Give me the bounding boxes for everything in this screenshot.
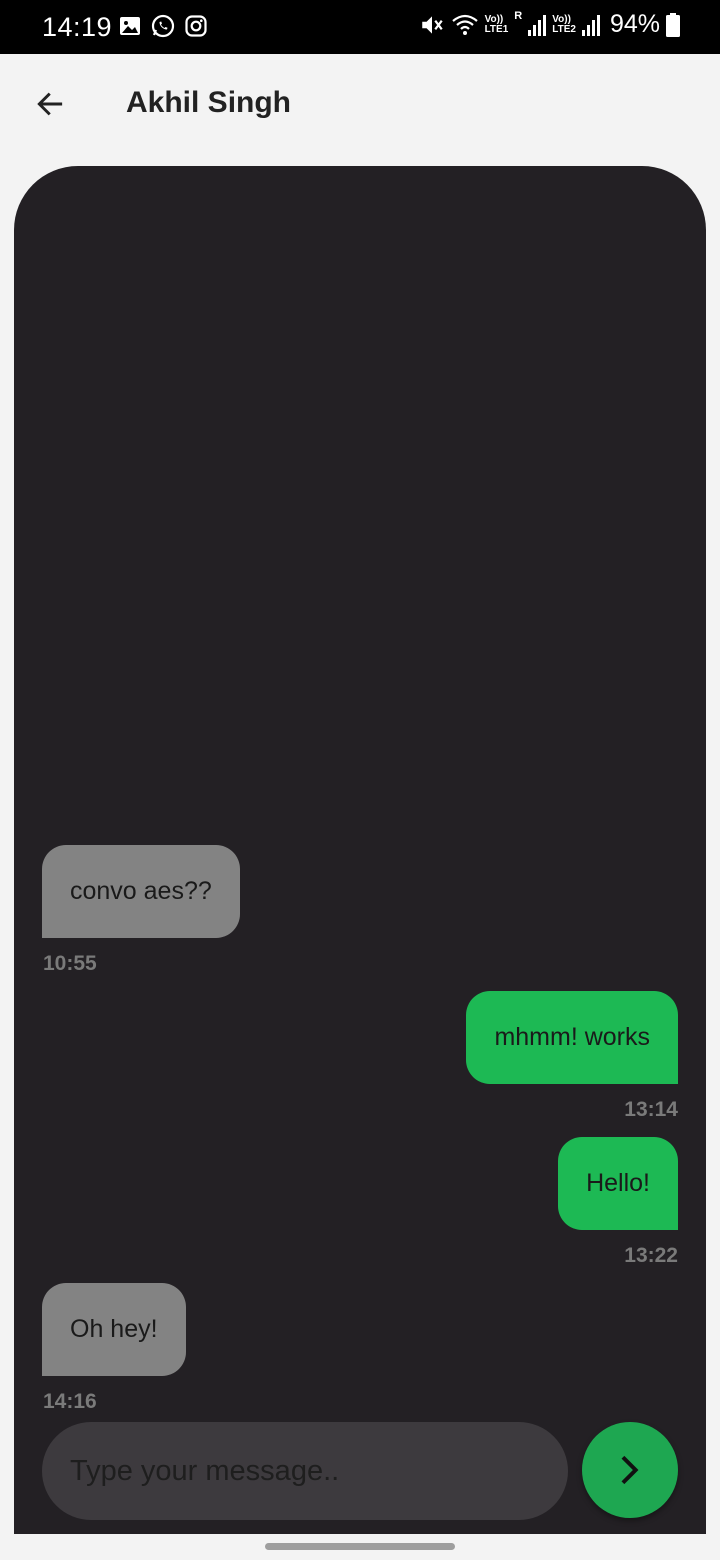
sim1-network: Vo)) LTE1 [484, 13, 509, 35]
message-time: 13:14 [624, 1098, 678, 1121]
sim1-label: LTE1 [484, 23, 509, 35]
send-button[interactable] [582, 1422, 678, 1518]
app-bar: Akhil Singh [0, 54, 720, 154]
instagram-icon [185, 15, 207, 37]
mute-icon [421, 15, 443, 34]
roaming-label: R [514, 10, 523, 22]
message-text: convo aes?? [70, 877, 212, 905]
message-time: 10:55 [43, 952, 97, 975]
back-button[interactable] [28, 82, 72, 126]
message-text: Hello! [586, 1169, 650, 1197]
sim2-label: LTE2 [552, 23, 576, 35]
gallery-icon [120, 17, 140, 35]
battery-percent: 94% [609, 10, 660, 38]
message-bubble-incoming[interactable]: convo aes?? [42, 845, 240, 938]
message-bubble-incoming[interactable]: Oh hey! [42, 1283, 186, 1376]
wifi-icon [451, 14, 478, 35]
volte-label: Vo)) [484, 13, 504, 25]
volte-label-2: Vo)) [552, 13, 571, 25]
message-text: Oh hey! [70, 1315, 158, 1343]
message-time: 13:22 [624, 1244, 678, 1267]
signal-icon-2 [581, 14, 600, 36]
arrow-left-icon [37, 92, 63, 116]
sim2-network: Vo)) LTE2 [552, 13, 576, 35]
message-bubble-outgoing[interactable]: Hello! [558, 1137, 678, 1230]
message-bubble-outgoing[interactable]: mhmm! works [466, 991, 678, 1084]
notification-icons [118, 14, 208, 38]
status-time: 14:19 [42, 12, 113, 42]
signal-icon [528, 14, 547, 36]
home-indicator[interactable] [265, 1543, 455, 1550]
message-input[interactable] [70, 1454, 530, 1488]
message-text: mhmm! works [494, 1023, 650, 1051]
whatsapp-icon [151, 14, 175, 38]
battery-icon [666, 12, 680, 37]
message-time: 14:16 [43, 1390, 97, 1413]
message-composer[interactable] [42, 1422, 568, 1520]
chevron-right-icon [621, 1455, 639, 1485]
contact-name: Akhil Singh [126, 86, 291, 119]
chat-panel[interactable]: convo aes?? 10:55 mhmm! works 13:14 Hell… [14, 166, 706, 1534]
status-bar: 14:19 Vo)) LTE1 R Vo)) LTE2 94% [0, 0, 720, 54]
system-indicators: Vo)) LTE1 R Vo)) LTE2 94% [419, 10, 680, 39]
